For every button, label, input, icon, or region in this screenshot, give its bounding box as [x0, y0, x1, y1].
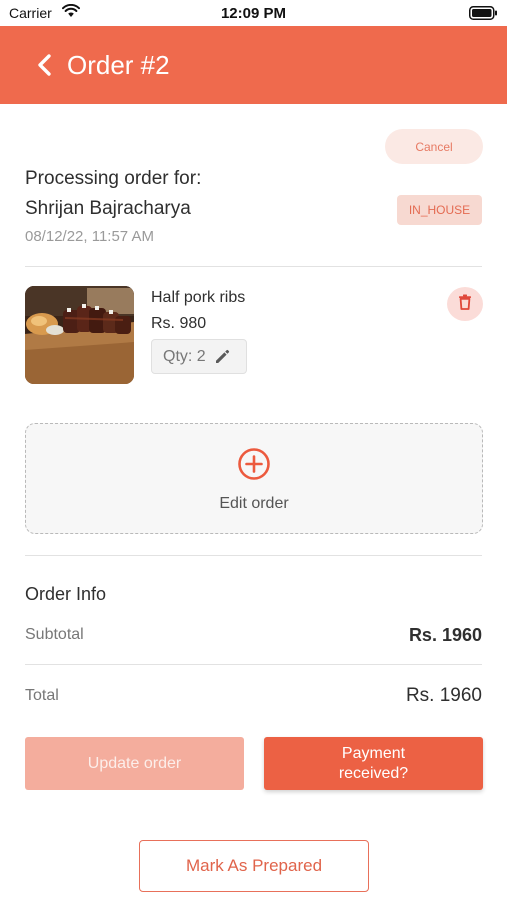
divider	[25, 266, 482, 267]
quantity-label: Qty: 2	[163, 347, 206, 365]
processing-label: Processing order for:	[25, 168, 202, 189]
app-header: Order #2	[0, 26, 507, 104]
mark-as-prepared-button[interactable]: Mark As Prepared	[139, 840, 369, 892]
order-timestamp: 08/12/22, 11:57 AM	[25, 228, 154, 245]
status-time: 12:09 PM	[220, 5, 287, 22]
order-type-badge: IN_HOUSE	[397, 195, 482, 225]
subtotal-label: Subtotal	[25, 626, 84, 643]
trash-icon	[458, 294, 472, 315]
cancel-order-button[interactable]: Cancel	[385, 129, 483, 164]
item-price: Rs. 980	[151, 315, 207, 332]
item-name: Half pork ribs	[151, 289, 246, 306]
payment-received-line1: Payment	[341, 744, 406, 762]
edit-order-label: Edit order	[219, 495, 289, 512]
page-title: Order #2	[67, 50, 170, 80]
total-value: Rs. 1960	[405, 685, 482, 706]
total-label: Total	[25, 687, 59, 704]
item-image	[25, 286, 134, 384]
update-order-button[interactable]: Update order	[25, 737, 244, 790]
customer-name: Shrijan Bajracharya	[25, 198, 191, 219]
divider	[25, 555, 482, 556]
payment-received-button[interactable]: Payment received?	[264, 737, 483, 790]
status-bar: Carrier 12:09 PM	[0, 0, 507, 26]
chevron-left-icon[interactable]	[34, 53, 56, 77]
payment-received-line2: received?	[338, 764, 409, 782]
delete-item-button[interactable]	[447, 287, 483, 321]
edit-order-button[interactable]: Edit order	[25, 423, 483, 534]
divider	[25, 664, 482, 665]
order-info-title: Order Info	[25, 584, 107, 604]
subtotal-value: Rs. 1960	[408, 625, 482, 645]
battery-icon	[469, 6, 498, 25]
pencil-icon	[213, 348, 231, 366]
plus-circle-icon	[237, 447, 271, 481]
quantity-edit-button[interactable]: Qty: 2	[151, 339, 247, 374]
